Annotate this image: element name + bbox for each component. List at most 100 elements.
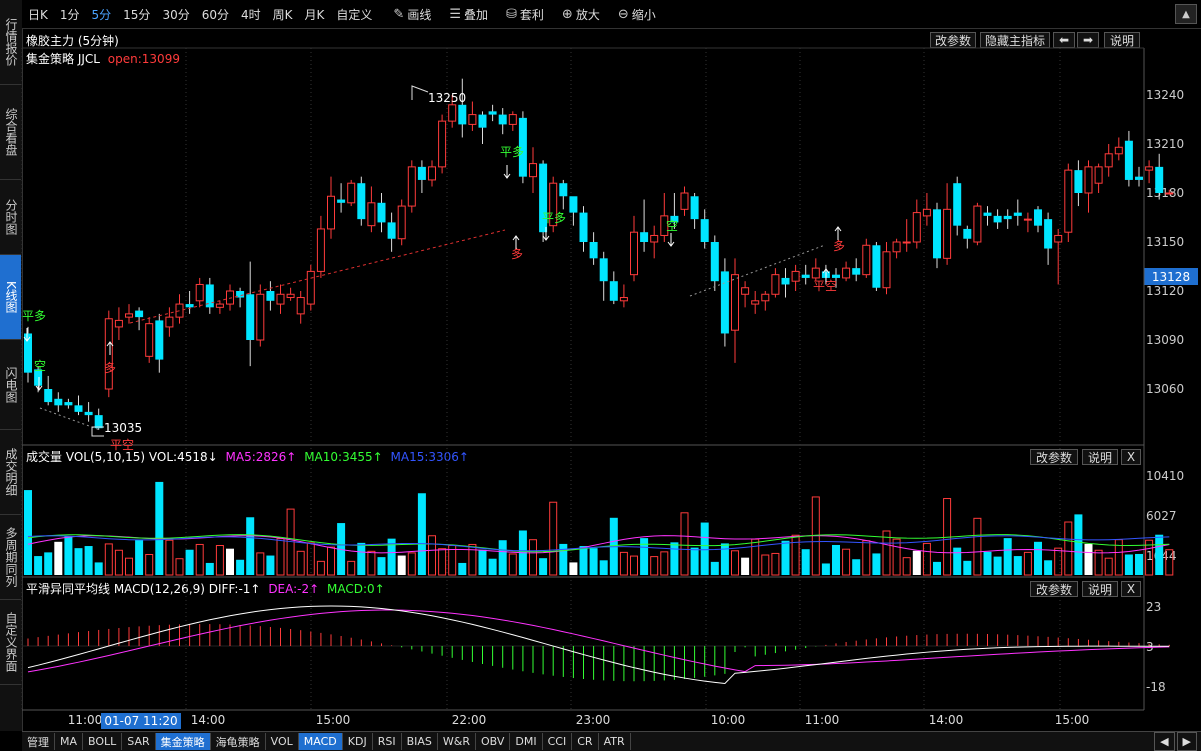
volume-bar bbox=[94, 562, 103, 575]
volume-bar bbox=[508, 553, 517, 576]
candle-body-up bbox=[1165, 192, 1174, 195]
signal-arrow bbox=[667, 233, 675, 247]
indicator-tab-1[interactable]: MA bbox=[55, 733, 84, 750]
indicator-tab-16[interactable]: ATR bbox=[599, 733, 631, 750]
indicator-tab-15[interactable]: CR bbox=[572, 733, 599, 750]
volume-bar bbox=[256, 552, 265, 576]
candle-body-down bbox=[246, 294, 255, 340]
candle-body-up bbox=[630, 231, 638, 276]
scroll-buttons: ◀ ▶ bbox=[1154, 732, 1201, 751]
volume-bar bbox=[539, 558, 548, 575]
candle-body-down bbox=[801, 274, 810, 278]
candle-body-up bbox=[296, 297, 305, 315]
candle-body-down bbox=[872, 245, 881, 288]
indicator-tab-0[interactable]: 管理 bbox=[22, 733, 55, 750]
candle-body-up bbox=[286, 293, 295, 299]
candle-body-up bbox=[922, 208, 931, 217]
indicator-tab-13[interactable]: DMI bbox=[510, 733, 543, 750]
scroll-left-button[interactable]: ◀ bbox=[1154, 732, 1175, 751]
candle-body-down bbox=[640, 232, 649, 242]
volume-bar bbox=[215, 545, 224, 576]
volume-bar bbox=[670, 542, 679, 575]
indicator-tab-6[interactable]: VOL bbox=[266, 733, 299, 750]
candle-body-down bbox=[993, 215, 1002, 223]
volume-bar bbox=[761, 554, 770, 576]
indicator-tab-2[interactable]: BOLL bbox=[83, 733, 123, 750]
candle-body-down bbox=[1074, 170, 1083, 193]
volume-bar bbox=[377, 557, 386, 575]
indicator-tab-12[interactable]: OBV bbox=[476, 733, 511, 750]
signal-label: 平多 bbox=[542, 211, 566, 225]
candle-body-up bbox=[256, 293, 265, 341]
candle-body-up bbox=[165, 316, 174, 328]
volume-bar bbox=[478, 549, 487, 575]
candle-body-down bbox=[337, 199, 346, 203]
indicator-tab-3[interactable]: SAR bbox=[122, 733, 156, 750]
candle-body-up bbox=[731, 274, 739, 331]
volume-bar bbox=[226, 548, 234, 575]
candle-body-down bbox=[478, 114, 487, 128]
candle-body-down bbox=[377, 202, 386, 223]
candle-body-up bbox=[529, 163, 537, 178]
volume-bar bbox=[54, 541, 63, 575]
volume-bar bbox=[963, 560, 972, 575]
time-tick-5: 10:00 bbox=[710, 713, 746, 727]
volume-bar bbox=[892, 538, 901, 576]
candle-body-down bbox=[1124, 140, 1133, 180]
volume-bar bbox=[1034, 541, 1042, 575]
indicator-tab-8[interactable]: KDJ bbox=[343, 733, 373, 750]
volume-bar bbox=[852, 559, 861, 575]
candle-body-up bbox=[680, 192, 689, 210]
kline-chart[interactable]: 1325013035平多空 多平空平多多平多空多平空 bbox=[0, 0, 1201, 750]
candle-body-up bbox=[438, 120, 447, 168]
candle-body-down bbox=[498, 114, 507, 125]
volume-bar bbox=[1124, 554, 1133, 575]
candle-body-down bbox=[44, 389, 53, 403]
volume-bar bbox=[1013, 556, 1022, 575]
indicator-tab-5[interactable]: 海龟策略 bbox=[211, 733, 266, 750]
time-tick-2: 15:00 bbox=[315, 713, 351, 727]
candle-body-down bbox=[983, 212, 992, 216]
volume-bar bbox=[953, 547, 962, 575]
candle-body-up bbox=[508, 114, 517, 125]
volume-bar bbox=[246, 517, 255, 575]
volume-bar bbox=[276, 538, 285, 576]
signal-arrow bbox=[503, 165, 511, 179]
candle-body-up bbox=[650, 234, 659, 243]
candle-body-up bbox=[145, 323, 154, 357]
trend-line bbox=[689, 244, 826, 297]
volume-bar bbox=[104, 543, 113, 576]
candle-body-up bbox=[428, 166, 436, 181]
triangle-right-icon: ▶ bbox=[1182, 735, 1191, 748]
indicator-tab-11[interactable]: W&R bbox=[438, 733, 476, 750]
volume-bar bbox=[367, 550, 376, 576]
candle-body-down bbox=[185, 304, 194, 308]
candle-body-down bbox=[417, 166, 426, 180]
candle-body-down bbox=[963, 228, 972, 239]
candle-body-down bbox=[781, 277, 790, 285]
volume-bar bbox=[397, 555, 406, 575]
volume-bar bbox=[74, 548, 83, 575]
indicator-tab-10[interactable]: BIAS bbox=[402, 733, 438, 750]
volume-bar bbox=[185, 549, 194, 575]
volume-bar bbox=[205, 562, 214, 575]
indicator-tab-14[interactable]: CCI bbox=[543, 733, 573, 750]
candle-body-up bbox=[448, 104, 457, 122]
volume-bar bbox=[821, 563, 830, 575]
indicator-tab-4[interactable]: 集金策略 bbox=[155, 733, 211, 750]
candle-body-up bbox=[791, 270, 800, 282]
candle-body-down bbox=[94, 415, 103, 429]
volume-bar bbox=[842, 548, 851, 576]
scroll-right-button[interactable]: ▶ bbox=[1176, 732, 1197, 751]
time-tick-8: 15:00 bbox=[1054, 713, 1090, 727]
candle-body-up bbox=[741, 287, 750, 295]
time-tick-1: 14:00 bbox=[190, 713, 226, 727]
candle-body-up bbox=[943, 208, 952, 259]
candle-body-down bbox=[933, 209, 941, 259]
candle-body-down bbox=[135, 310, 144, 318]
indicator-tab-9[interactable]: RSI bbox=[373, 733, 402, 750]
indicator-tabs: 管理 MA BOLL SAR 集金策略 海龟策略 VOL MACD KDJ RSI BIAS W&R O… bbox=[22, 732, 631, 751]
candle-body-up bbox=[1084, 166, 1093, 194]
indicator-tab-7[interactable]: MACD bbox=[298, 733, 343, 750]
volume-bar bbox=[195, 543, 204, 576]
